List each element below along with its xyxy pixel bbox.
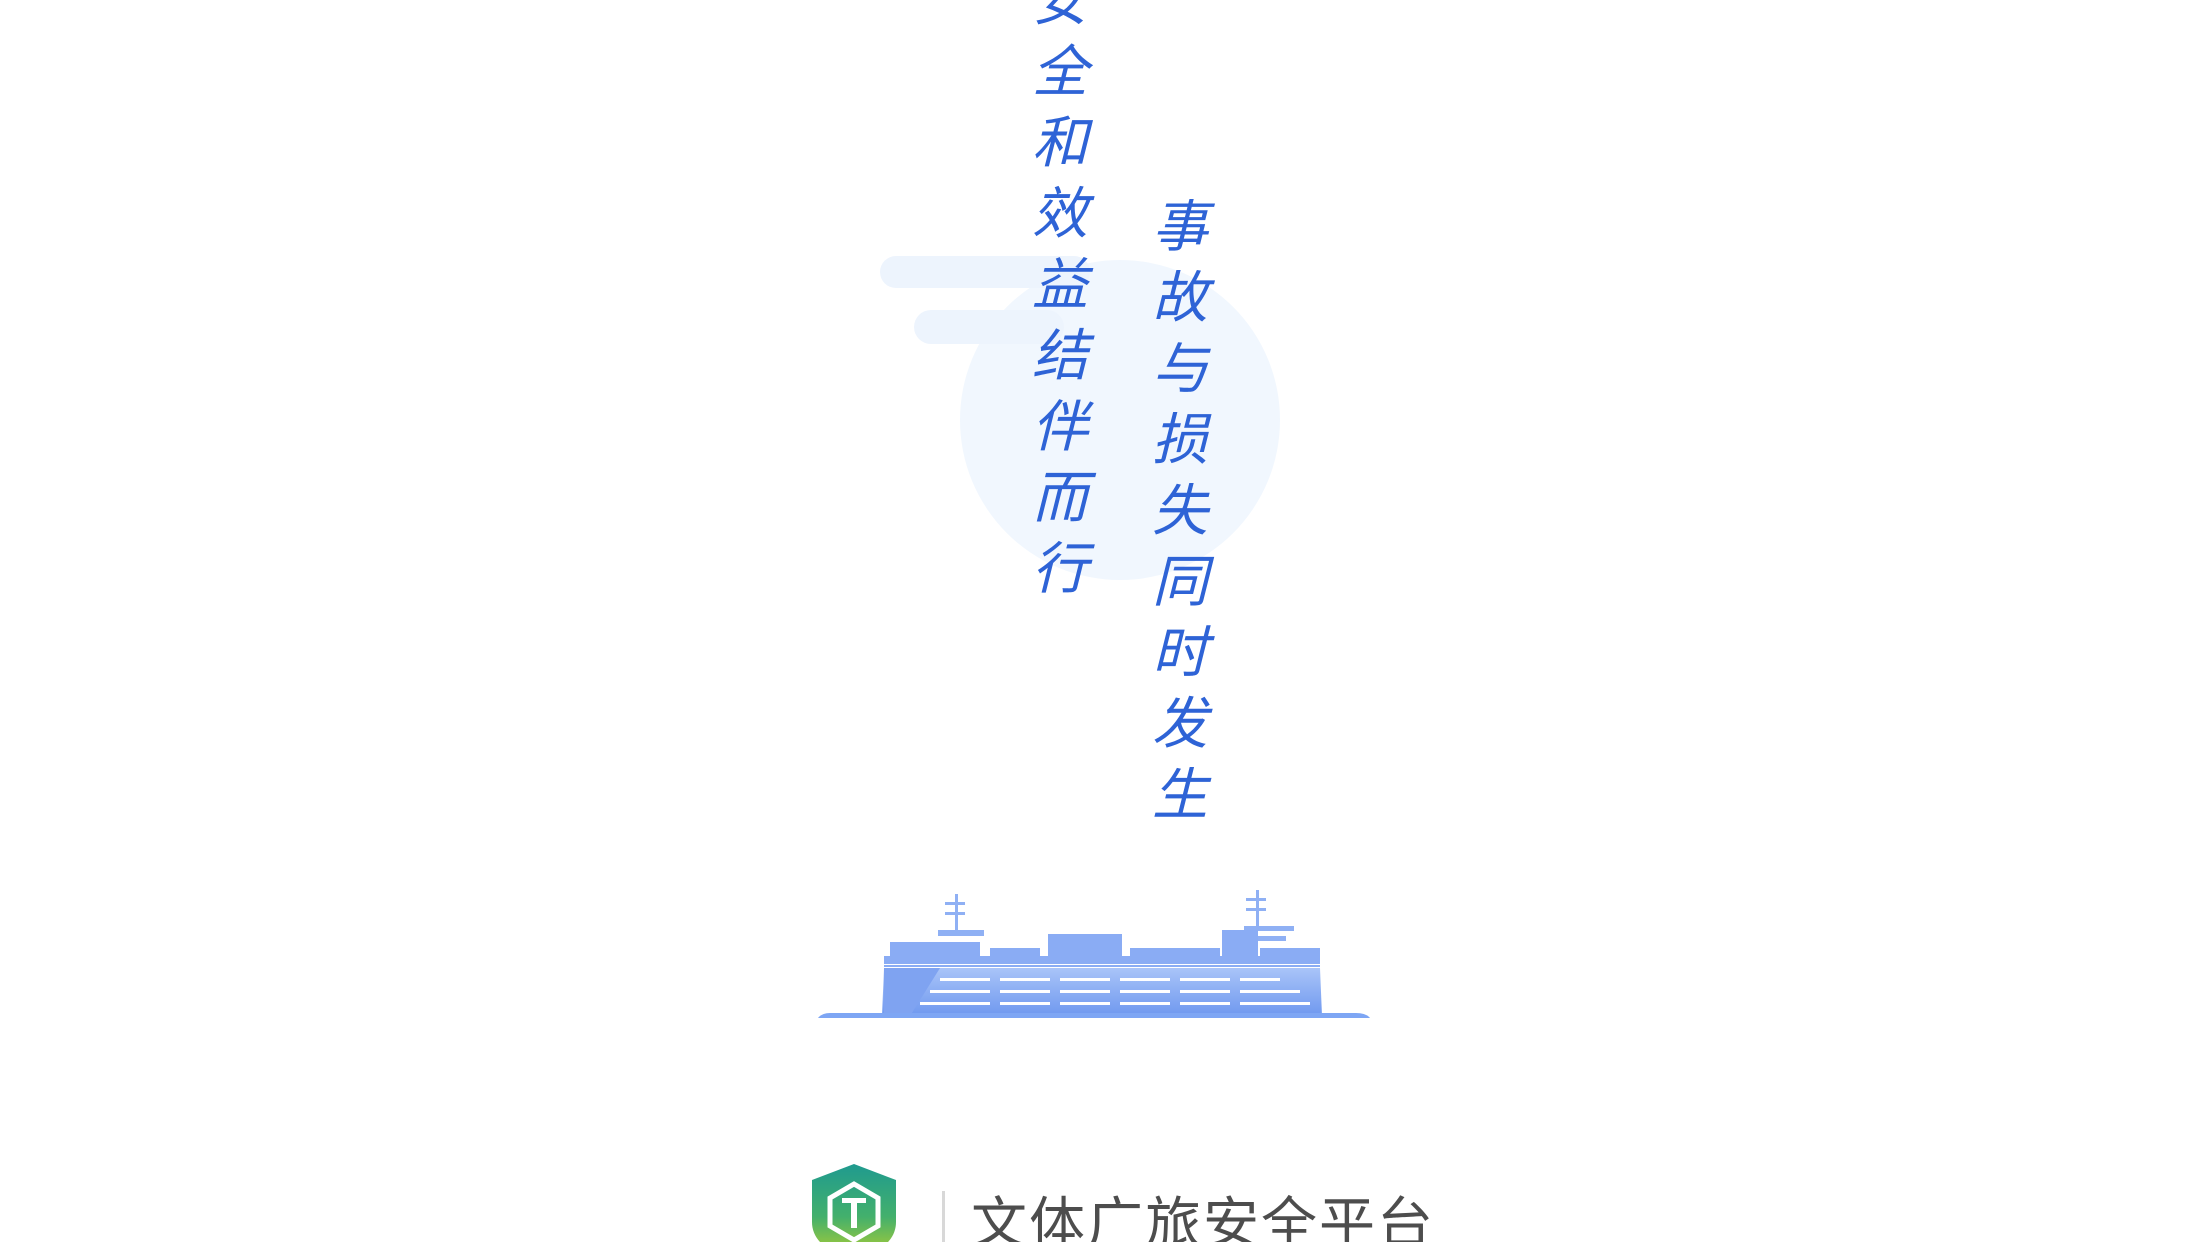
slogan-left-column: 安 全 和 效 益 结 伴 而 行 [1024, 0, 1096, 605]
slogan-char: 损 [1152, 408, 1208, 473]
slogan-char: 失 [1152, 479, 1208, 544]
slogan-char: 伴 [1032, 395, 1088, 460]
shield-logo-icon [812, 1164, 896, 1242]
slogan-char: 益 [1032, 253, 1088, 318]
slogan-char: 和 [1032, 111, 1088, 176]
slogan-char: 效 [1032, 182, 1088, 247]
slogan-char: 行 [1032, 537, 1088, 602]
platform-name: 文体广旅安全平台 [971, 1191, 1435, 1242]
slogan-right-column: 事 故 与 损 失 同 时 发 生 [1144, 192, 1216, 831]
slogan-char: 发 [1152, 692, 1208, 757]
footer-divider [942, 1191, 945, 1242]
slogan-char: 而 [1032, 466, 1088, 531]
slogan-char: 与 [1152, 337, 1208, 402]
slogan-char: 故 [1152, 266, 1208, 331]
ship-illustration [818, 890, 1370, 1018]
slogan-char: 时 [1152, 621, 1208, 686]
slogan-char: 生 [1152, 763, 1208, 828]
splash-screen: 安 全 和 效 益 结 伴 而 行 事 故 与 损 失 同 时 发 生 文体广旅… [0, 0, 2208, 1242]
slogan-char: 同 [1152, 550, 1208, 615]
slogan-char: 安 [1032, 0, 1088, 34]
slogan-char: 全 [1032, 40, 1088, 105]
slogan-char: 结 [1032, 324, 1088, 389]
slogan-char: 事 [1152, 195, 1208, 260]
footer-brand: 文体广旅安全平台 [806, 1160, 1435, 1242]
